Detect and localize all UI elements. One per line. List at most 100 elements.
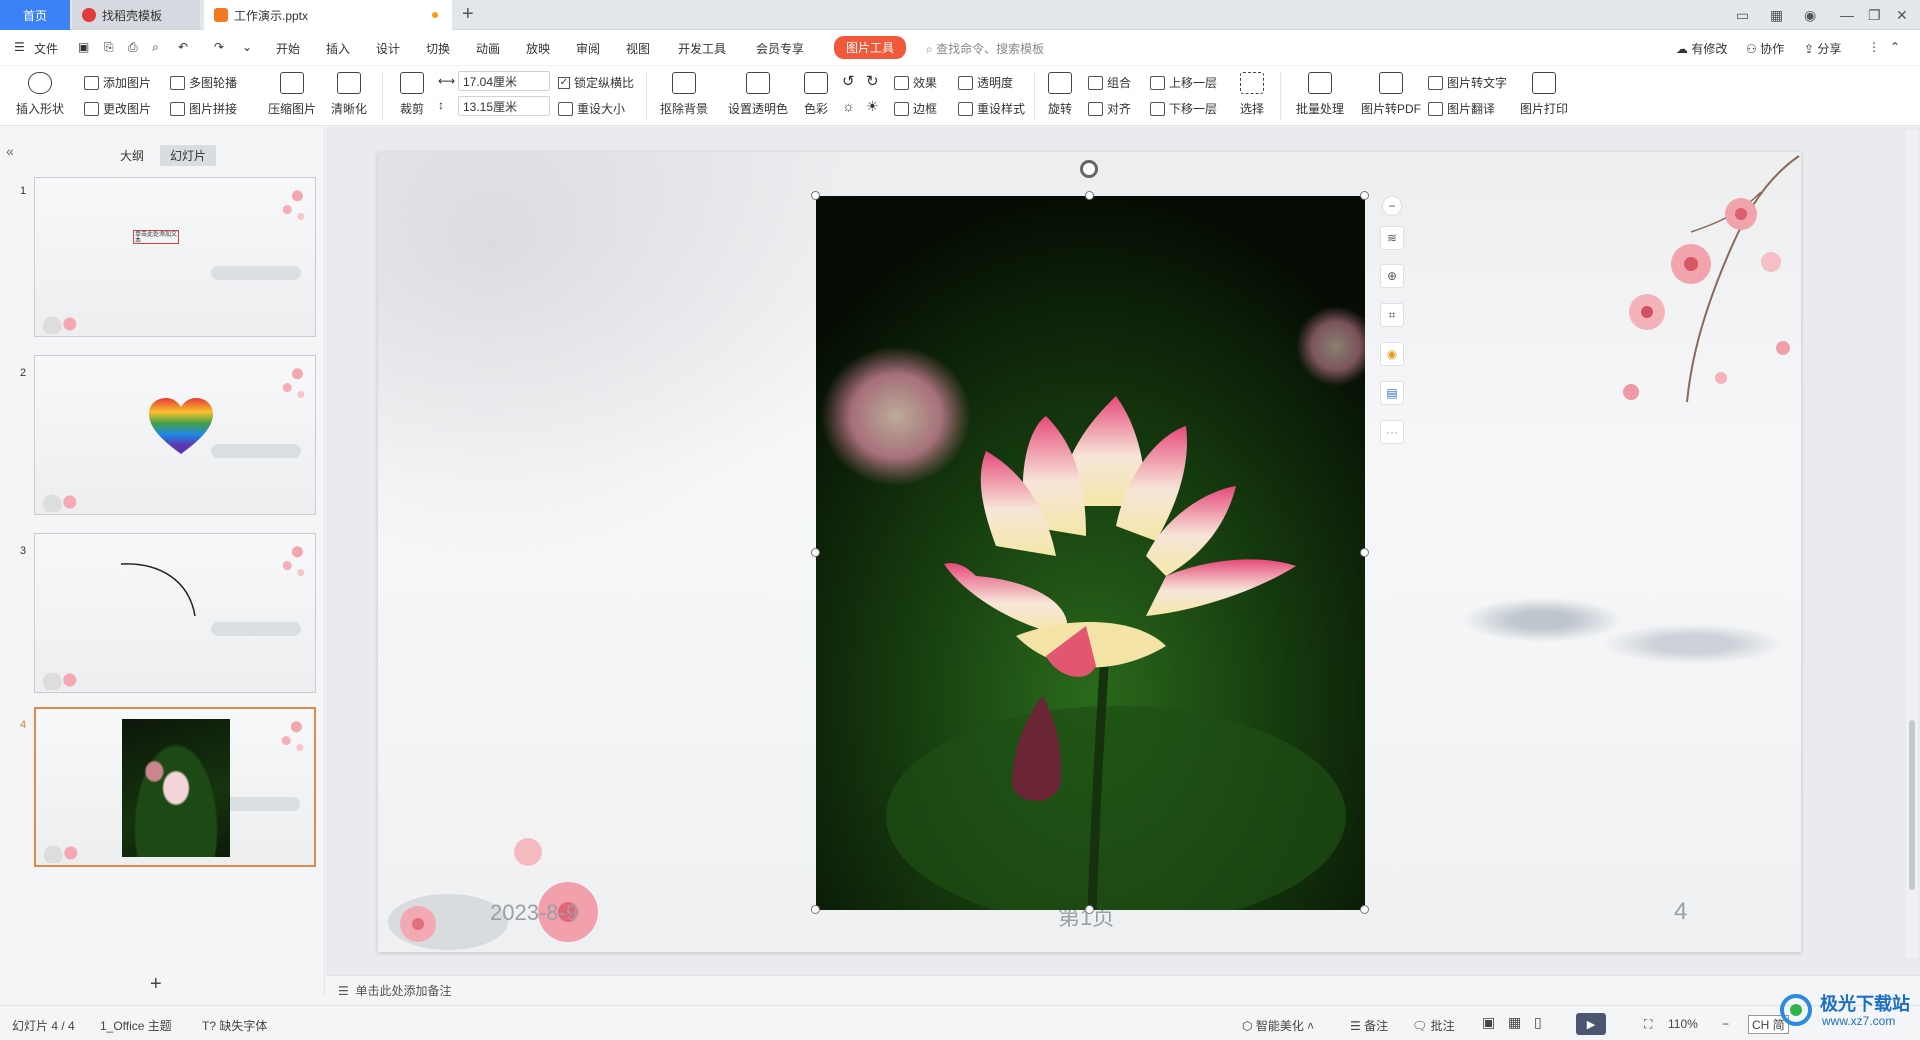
reading-view-icon[interactable]: ▯ [1534,1014,1542,1031]
collab-button[interactable]: ⚇ 协作 [1746,40,1784,57]
avatar[interactable]: ◉ [1804,0,1816,30]
slide-thumbnail-2[interactable] [34,355,316,515]
menu-animation[interactable]: 动画 [476,40,500,57]
comment-button[interactable]: 🗨 批注 [1412,1017,1455,1034]
new-tab-button[interactable]: + [462,4,474,24]
insert-shape-button[interactable]: 插入形状 [12,72,68,117]
lotus-photo[interactable] [816,196,1365,910]
more-options-icon[interactable]: ··· [1380,420,1404,444]
tab-outline[interactable]: 大纲 [110,145,154,166]
change-picture-button[interactable]: 更改图片 [84,100,151,117]
menu-insert[interactable]: 插入 [326,40,350,57]
menu-review[interactable]: 审阅 [576,40,600,57]
transparency-button[interactable]: 透明度 [958,74,1013,91]
align-button[interactable]: 对齐 [1088,100,1131,117]
translate-button[interactable]: 图片翻译 [1428,100,1495,117]
to-text-button[interactable]: 图片转文字 [1428,74,1507,91]
width-input[interactable] [458,71,550,91]
send-backward-button[interactable]: 下移一层 [1150,100,1217,117]
reset-size-button[interactable]: 重设大小 [558,100,625,117]
reset-style-button[interactable]: 重设样式 [958,100,1025,117]
notes-area[interactable]: ☰ 单击此处添加备注 [326,975,1920,1005]
zoom-minus-icon[interactable]: − [1382,196,1402,216]
crop-button[interactable]: 裁剪 [390,72,434,117]
zoom-in-icon[interactable]: ⊕ [1380,264,1404,288]
zoom-out-button[interactable]: − [1722,1017,1729,1031]
resize-handle-top-right[interactable] [1360,191,1369,200]
hamburger-icon[interactable]: ☰ [14,40,25,54]
vertical-scrollbar[interactable] [1906,130,1918,958]
picture-print-button[interactable]: 图片打印 [1516,72,1572,117]
play-slideshow-button[interactable]: ▶ [1576,1013,1606,1035]
resize-handle-bottom[interactable] [1085,905,1094,914]
resize-handle-top[interactable] [1085,191,1094,200]
tab-home[interactable]: 首页 [0,0,70,30]
resize-handle-left[interactable] [811,548,820,557]
menu-home[interactable]: 开始 [276,40,300,57]
export-icon[interactable]: ⎘ [104,40,114,55]
lock-ratio-checkbox[interactable]: ✓ 锁定纵横比 [558,74,634,91]
select-button[interactable]: 选择 [1232,72,1272,117]
set-transparent-button[interactable]: 设置透明色 [722,72,794,117]
tab-template[interactable]: 找稻壳模板 [72,0,200,30]
close-button[interactable]: ✕ [1896,0,1908,30]
idea-icon[interactable]: ◉ [1380,342,1404,366]
fit-window-icon[interactable]: ⛶ [1644,1017,1652,1032]
print-icon[interactable]: ⎙ [128,40,138,55]
menu-file[interactable]: 文件 [34,40,58,57]
rotate-right-icon[interactable]: ↻ [866,72,879,90]
zoom-level[interactable]: 110% [1668,1017,1698,1031]
menu-design[interactable]: 设计 [376,40,400,57]
bring-forward-button[interactable]: 上移一层 [1150,74,1217,91]
normal-view-icon[interactable]: ▣ [1482,1014,1495,1031]
layers-icon[interactable]: ≋ [1380,226,1404,250]
brightness-up-icon[interactable]: ☼ [842,98,855,114]
brightness-down-icon[interactable]: ☀ [866,98,879,115]
notes-toggle-button[interactable]: ☰ 备注 [1350,1017,1388,1034]
tab-document[interactable]: 工作演示.pptx [204,0,452,30]
rotate-left-icon[interactable]: ↺ [842,72,855,90]
menu-developer[interactable]: 开发工具 [678,40,726,57]
border-button[interactable]: 边框 [894,100,937,117]
resize-handle-bottom-left[interactable] [811,905,820,914]
menu-view[interactable]: 视图 [626,40,650,57]
scrollbar-thumb[interactable] [1909,720,1915,890]
menu-transition[interactable]: 切换 [426,40,450,57]
more-icon[interactable]: ⋮ [1868,40,1880,54]
rotate-button[interactable]: 旋转 [1040,72,1080,117]
height-input[interactable] [458,96,550,116]
slide-thumbnail-4[interactable] [34,707,316,867]
clarity-button[interactable]: 清晰化 [324,72,374,117]
tab-slides[interactable]: 幻灯片 [160,145,217,166]
picture-text-icon[interactable]: ▤ [1380,381,1404,405]
preview-icon[interactable]: ⌕ [152,40,159,55]
menu-member[interactable]: 会员专享 [756,40,804,57]
compress-button[interactable]: 压缩图片 [264,72,320,117]
missing-font-button[interactable]: T? 缺失字体 [202,1017,267,1034]
collapse-ribbon-icon[interactable]: ⌃ [1890,40,1900,54]
quick-access-more-icon[interactable]: ⌄ [242,40,252,54]
redo-icon[interactable]: ↷ [214,40,224,54]
to-pdf-button[interactable]: 图片转PDF [1360,72,1422,117]
grid-icon[interactable]: ▦ [1770,0,1783,30]
collapse-panel-icon[interactable]: « [6,143,14,159]
picture-merge-button[interactable]: 图片拼接 [170,100,237,117]
batch-button[interactable]: 批量处理 [1290,72,1350,117]
color-button[interactable]: 色彩 [796,72,836,117]
undo-icon[interactable]: ↶ [178,40,188,54]
menu-slideshow[interactable]: 放映 [526,40,550,57]
minimize-button[interactable]: — [1840,0,1854,30]
share-button[interactable]: ⇪ 分享 [1804,40,1841,57]
group-button[interactable]: 组合 [1088,74,1131,91]
smart-beautify-button[interactable]: ⬡ 智能美化 ˄ [1242,1017,1314,1034]
resize-handle-top-left[interactable] [811,191,820,200]
slide-thumbnail-1[interactable]: 单击此处添加文本 [34,177,316,337]
crop-icon[interactable]: ⌗ [1380,303,1404,327]
effect-button[interactable]: 效果 [894,74,937,91]
add-picture-button[interactable]: 添加图片 [84,74,151,91]
restore-button[interactable]: ❐ [1868,0,1881,30]
remove-bg-button[interactable]: 抠除背景 [654,72,714,117]
layout-icon[interactable]: ▭ [1736,0,1749,30]
command-search[interactable]: ⌕ 查找命令、搜索模板 [926,40,1044,57]
tab-picture-tools[interactable]: 图片工具 [834,36,907,59]
